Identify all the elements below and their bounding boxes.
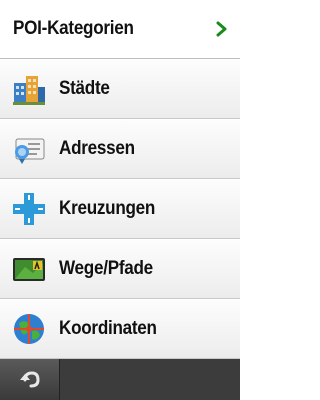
back-arrow-icon	[19, 370, 40, 387]
back-button[interactable]	[0, 359, 60, 400]
list-item-label: Koordinaten	[59, 318, 157, 339]
list-item-label: Kreuzungen	[59, 198, 156, 219]
list-item-addresses[interactable]: Adressen	[0, 120, 240, 179]
globe-coordinates-icon	[14, 314, 44, 344]
address-card-icon	[15, 138, 45, 164]
list-item-cities[interactable]: Städte	[0, 60, 240, 119]
list-item-trails[interactable]: Wege/Pfade	[0, 240, 240, 299]
bottom-bar-empty	[61, 359, 240, 400]
intersection-icon	[13, 193, 45, 225]
city-buildings-icon	[13, 76, 45, 105]
poi-category-screen: POI-Kategorien Städte Adressen Kreuzunge…	[0, 0, 240, 400]
bottom-bar	[0, 359, 240, 400]
list-item-coordinates[interactable]: Koordinaten	[0, 300, 240, 359]
list-item-label: Adressen	[59, 138, 135, 159]
header-title: POI-Kategorien	[13, 18, 134, 39]
header-poi-categories[interactable]: POI-Kategorien	[0, 0, 240, 59]
trail-sign-icon	[13, 258, 45, 281]
list-item-label: Städte	[59, 78, 110, 99]
chevron-right-icon	[216, 21, 227, 37]
list-item-label: Wege/Pfade	[59, 258, 153, 279]
list-item-intersections[interactable]: Kreuzungen	[0, 180, 240, 239]
